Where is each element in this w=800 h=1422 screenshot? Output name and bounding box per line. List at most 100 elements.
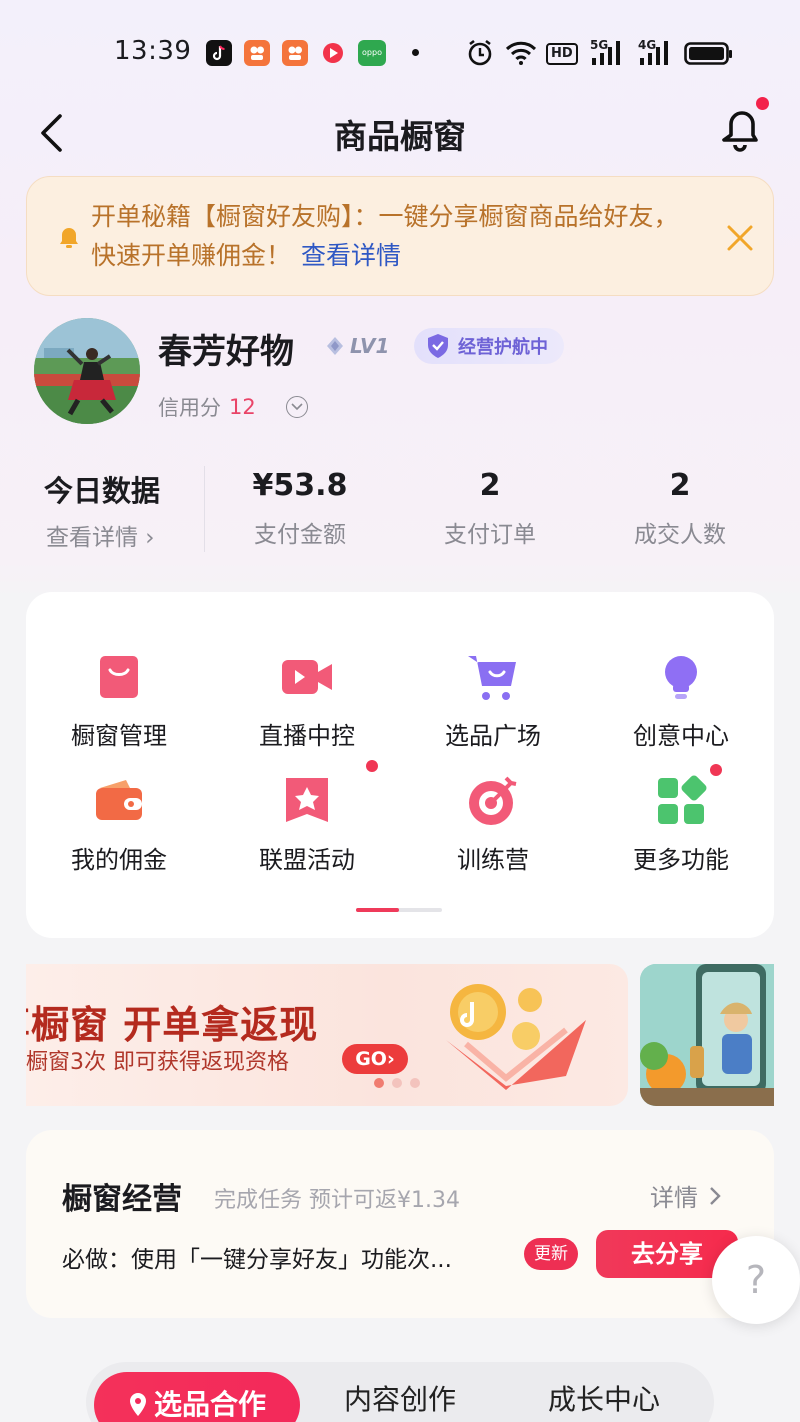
stat-buyers[interactable]: 2 成交人数 — [590, 468, 770, 549]
func-label: 创意中心 — [633, 722, 729, 750]
storefront-bag-icon — [100, 656, 138, 698]
location-pin-icon — [129, 1393, 146, 1416]
guard-badge[interactable]: 经营护航中 — [414, 328, 564, 364]
tab-growth-center[interactable]: 成长中心 — [526, 1362, 682, 1422]
shield-icon — [428, 334, 448, 358]
update-badge: 更新 — [524, 1238, 578, 1270]
stat-label: 成交人数 — [634, 522, 726, 548]
app-icon — [282, 40, 308, 66]
hd-icon: HD — [546, 42, 578, 65]
banner-dot — [374, 1078, 384, 1088]
level-badge[interactable]: LV1 — [324, 332, 389, 360]
notice-link[interactable]: 查看详情 — [301, 241, 401, 270]
banner-dot — [410, 1078, 420, 1088]
diamond-icon — [327, 337, 343, 355]
stat-label: 支付订单 — [444, 522, 536, 548]
guard-badge-label: 经营护航中 — [458, 337, 548, 358]
func-label: 我的佣金 — [71, 846, 167, 874]
notice-bell-icon — [55, 223, 83, 255]
func-label: 训练营 — [457, 846, 529, 874]
task-subtitle: 完成任务 预计可返¥1.34 — [214, 1188, 460, 1213]
stat-pay-amount[interactable]: ¥53.8 支付金额 — [210, 468, 390, 549]
target-dart-icon — [469, 776, 517, 825]
stat-value: ¥53.8 — [252, 468, 348, 503]
func-more[interactable]: 更多功能 — [606, 774, 756, 875]
func-label: 选品广场 — [445, 722, 541, 750]
func-label: 联盟活动 — [259, 846, 355, 874]
wallet-icon — [96, 780, 142, 820]
func-label: 橱窗管理 — [71, 722, 167, 750]
tab-product-cooperation[interactable]: 选品合作 — [94, 1372, 300, 1422]
tiktok-icon — [206, 40, 232, 66]
divider — [204, 466, 205, 552]
func-live-control[interactable]: 直播中控 — [232, 650, 382, 751]
function-grid: 橱窗管理 直播中控 选品广场 创意中心 我的佣金 联盟活动 训练营 更多功能 — [26, 592, 774, 938]
notification-dot — [756, 97, 769, 110]
page-indicator-active — [356, 908, 399, 912]
credit-value: 12 — [229, 395, 256, 419]
task-detail-link[interactable]: 详情 — [650, 1178, 722, 1213]
bottom-tabbar: 选品合作 内容创作 成长中心 — [86, 1362, 714, 1422]
notice-banner[interactable]: 开单秘籍【橱窗好友购】：一键分享橱窗商品给好友，快速开单赚佣金！ 查看详情 — [26, 176, 774, 296]
promo-banner-secondary[interactable] — [640, 964, 774, 1106]
coin-illustration — [446, 984, 586, 1090]
close-icon — [727, 225, 753, 251]
avatar[interactable] — [34, 318, 140, 424]
help-icon: ? — [745, 1258, 767, 1302]
banner-dot — [392, 1078, 402, 1088]
today-data-title: 今日数据 — [44, 474, 161, 508]
credit-score[interactable]: 信用分 12 — [158, 392, 308, 422]
promo-illustration — [640, 964, 774, 1106]
tab-label: 选品合作 — [153, 1388, 266, 1421]
tab-label: 成长中心 — [547, 1383, 660, 1416]
func-training-camp[interactable]: 训练营 — [418, 774, 568, 875]
func-more-dot — [710, 764, 722, 776]
alarm-icon — [466, 38, 494, 72]
task-description: 必做：使用「一键分享好友」功能次... — [62, 1247, 452, 1273]
page-indicator — [356, 908, 442, 912]
func-live-control-dot — [366, 760, 378, 772]
banner-go-button[interactable]: GO› — [342, 1044, 408, 1074]
tab-content-creation[interactable]: 内容创作 — [322, 1362, 478, 1422]
notice-text: 开单秘籍【橱窗好友购】：一键分享橱窗商品给好友，快速开单赚佣金！ 查看详情 — [91, 197, 701, 275]
status-dot — [412, 49, 419, 56]
status-bar: 13:39 oppo HD 5G 4G — [0, 0, 800, 100]
shopping-cart-icon — [468, 656, 516, 700]
func-creative-center[interactable]: 创意中心 — [606, 650, 756, 751]
func-showcase-manage[interactable]: 橱窗管理 — [44, 650, 194, 751]
shop-name: 春芳好物 — [158, 332, 294, 372]
today-stats: 今日数据 查看详情 › ¥53.8 支付金额 2 支付订单 2 成交人数 — [0, 460, 800, 560]
chevron-right-icon — [710, 1186, 721, 1205]
task-title: 橱窗经营 — [62, 1182, 182, 1217]
tab-label: 内容创作 — [343, 1383, 456, 1416]
battery-icon — [684, 42, 734, 70]
4g-signal-icon: 4G — [638, 38, 674, 72]
wifi-icon — [504, 40, 538, 70]
func-my-commission[interactable]: 我的佣金 — [44, 774, 194, 875]
app-icon — [244, 40, 270, 66]
lightbulb-icon — [665, 656, 697, 699]
grid-apps-icon — [658, 775, 707, 824]
chevron-down-icon — [285, 396, 308, 418]
task-detail-label: 详情 — [650, 1184, 698, 1212]
5g-signal-icon: 5G — [590, 38, 626, 72]
task-card: 橱窗经营 完成任务 预计可返¥1.34 详情 必做：使用「一键分享好友」功能次.… — [26, 1130, 774, 1318]
video-camera-icon — [282, 660, 332, 694]
help-button[interactable]: ? — [712, 1236, 800, 1324]
level-label: LV1 — [350, 334, 390, 358]
stat-value: 2 — [479, 468, 501, 503]
credit-label: 信用分 — [158, 396, 221, 420]
star-badge-icon — [286, 778, 328, 822]
func-product-plaza[interactable]: 选品广场 — [418, 650, 568, 751]
func-alliance-activity[interactable]: 联盟活动 — [232, 774, 382, 875]
banner-subtitle: 分享橱窗3次 即可获得返现资格 — [26, 1050, 289, 1075]
stat-value: 2 — [669, 468, 691, 503]
banner-dots — [374, 1078, 420, 1088]
today-data-link[interactable]: 查看详情 › — [46, 518, 155, 552]
stat-label: 支付金额 — [254, 522, 346, 548]
func-label: 直播中控 — [259, 722, 355, 750]
promo-banner[interactable]: 享橱窗 开单拿返现 分享橱窗3次 即可获得返现资格 GO› — [26, 964, 628, 1106]
page-title: 商品橱窗 — [334, 117, 466, 156]
stat-pay-orders[interactable]: 2 支付订单 — [400, 468, 580, 549]
close-button[interactable] — [725, 223, 755, 253]
